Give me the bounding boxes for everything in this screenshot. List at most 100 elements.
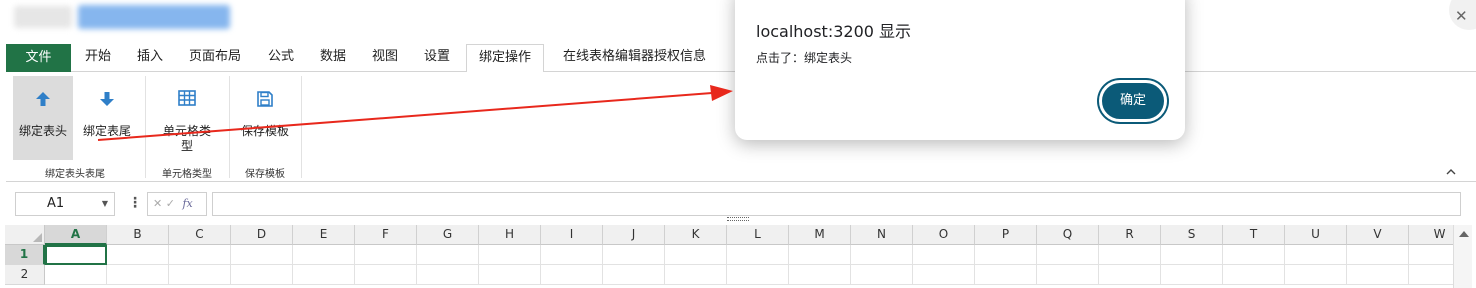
column-header-u[interactable]: U: [1285, 225, 1347, 245]
grid-cell[interactable]: [1037, 265, 1099, 285]
window-close-icon[interactable]: ✕: [1449, 0, 1476, 30]
grid-cell[interactable]: [293, 265, 355, 285]
column-header-t[interactable]: T: [1223, 225, 1285, 245]
grid-cell[interactable]: [479, 245, 541, 265]
chevron-down-icon[interactable]: ▼: [102, 193, 108, 215]
save-template-button[interactable]: 保存模板: [237, 76, 293, 160]
more-options-icon[interactable]: ⋮: [128, 194, 142, 212]
chevron-up-icon[interactable]: [1446, 164, 1456, 178]
column-header-d[interactable]: D: [231, 225, 293, 245]
tab-home[interactable]: 开始: [76, 44, 120, 72]
column-header-n[interactable]: N: [851, 225, 913, 245]
grid-cell[interactable]: [789, 245, 851, 265]
tab-bind-operations[interactable]: 绑定操作: [466, 44, 544, 73]
tab-view[interactable]: 视图: [363, 44, 407, 72]
grid-cell[interactable]: [231, 265, 293, 285]
grid-cell[interactable]: [355, 265, 417, 285]
cancel-icon[interactable]: ✕: [153, 197, 162, 210]
grid-cell[interactable]: [1347, 245, 1409, 265]
name-box[interactable]: A1 ▼: [15, 192, 115, 216]
grid-cell[interactable]: [231, 245, 293, 265]
spreadsheet-grid: ABCDEFGHIJKLMNOPQRSTUVW 12: [5, 225, 1472, 288]
confirm-icon[interactable]: ✓: [166, 197, 175, 210]
column-header-m[interactable]: M: [789, 225, 851, 245]
grid-cell[interactable]: [355, 245, 417, 265]
cell-type-button[interactable]: 单元格类 型: [153, 76, 221, 160]
tab-insert[interactable]: 插入: [128, 44, 172, 72]
grid-cell[interactable]: [913, 245, 975, 265]
grid-cell[interactable]: [727, 265, 789, 285]
grid-cell[interactable]: [975, 265, 1037, 285]
column-header-l[interactable]: L: [727, 225, 789, 245]
bind-footer-button[interactable]: 绑定表尾: [78, 76, 136, 160]
column-header-e[interactable]: E: [293, 225, 355, 245]
resize-handle[interactable]: [727, 217, 749, 221]
grid-cell[interactable]: [975, 245, 1037, 265]
column-header-v[interactable]: V: [1347, 225, 1409, 245]
grid-cell[interactable]: [1285, 245, 1347, 265]
tab-settings[interactable]: 设置: [415, 44, 459, 72]
grid-cell[interactable]: [789, 265, 851, 285]
group-label-cell-type: 单元格类型: [162, 169, 212, 180]
grid-cell[interactable]: [1161, 265, 1223, 285]
grid-cell[interactable]: [851, 265, 913, 285]
grid-cell[interactable]: [1161, 245, 1223, 265]
grid-cell[interactable]: [1099, 265, 1161, 285]
tab-formulas[interactable]: 公式: [259, 44, 303, 72]
tab-file[interactable]: 文件: [6, 44, 71, 72]
grid-cell[interactable]: [1285, 265, 1347, 285]
grid-cell[interactable]: [1347, 265, 1409, 285]
active-cell[interactable]: [45, 245, 107, 265]
column-header-q[interactable]: Q: [1037, 225, 1099, 245]
tab-page-layout[interactable]: 页面布局: [180, 44, 250, 72]
grid-cell[interactable]: [1223, 245, 1285, 265]
grid-cell[interactable]: [45, 265, 107, 285]
grid-cell[interactable]: [107, 265, 169, 285]
column-header-r[interactable]: R: [1099, 225, 1161, 245]
grid-cell[interactable]: [169, 265, 231, 285]
grid-cell[interactable]: [665, 245, 727, 265]
grid-cell[interactable]: [603, 245, 665, 265]
column-header-b[interactable]: B: [107, 225, 169, 245]
column-header-f[interactable]: F: [355, 225, 417, 245]
scroll-up-icon[interactable]: [1459, 231, 1469, 237]
grid-cell[interactable]: [727, 245, 789, 265]
column-header-a[interactable]: A: [45, 225, 107, 245]
grid-cell[interactable]: [603, 265, 665, 285]
row-header-2[interactable]: 2: [5, 265, 45, 285]
formula-input[interactable]: [212, 192, 1461, 216]
row-header-1[interactable]: 1: [5, 245, 45, 265]
column-header-h[interactable]: H: [479, 225, 541, 245]
grid-cell[interactable]: [479, 265, 541, 285]
tab-data[interactable]: 数据: [311, 44, 355, 72]
grid-cell[interactable]: [169, 245, 231, 265]
group-separator: [229, 76, 230, 178]
column-header-s[interactable]: S: [1161, 225, 1223, 245]
insert-function-icon[interactable]: fx: [182, 197, 192, 210]
grid-cell[interactable]: [851, 245, 913, 265]
column-header-j[interactable]: J: [603, 225, 665, 245]
grid-cell[interactable]: [107, 245, 169, 265]
column-header-g[interactable]: G: [417, 225, 479, 245]
grid-cell[interactable]: [541, 265, 603, 285]
tab-license-info[interactable]: 在线表格编辑器授权信息: [552, 44, 717, 72]
save-icon: [237, 90, 293, 108]
bind-header-button[interactable]: 绑定表头: [13, 76, 73, 160]
ok-button[interactable]: 确定: [1099, 80, 1167, 122]
grid-cell[interactable]: [913, 265, 975, 285]
column-header-k[interactable]: K: [665, 225, 727, 245]
column-header-o[interactable]: O: [913, 225, 975, 245]
select-all-corner[interactable]: [5, 225, 45, 245]
column-header-i[interactable]: I: [541, 225, 603, 245]
grid-cell[interactable]: [1099, 245, 1161, 265]
grid-cell[interactable]: [1037, 245, 1099, 265]
grid-cell[interactable]: [541, 245, 603, 265]
grid-cell[interactable]: [417, 265, 479, 285]
column-header-p[interactable]: P: [975, 225, 1037, 245]
column-header-c[interactable]: C: [169, 225, 231, 245]
vertical-scrollbar[interactable]: [1453, 225, 1472, 288]
grid-cell[interactable]: [417, 245, 479, 265]
grid-cell[interactable]: [1223, 265, 1285, 285]
grid-cell[interactable]: [293, 245, 355, 265]
grid-cell[interactable]: [665, 265, 727, 285]
